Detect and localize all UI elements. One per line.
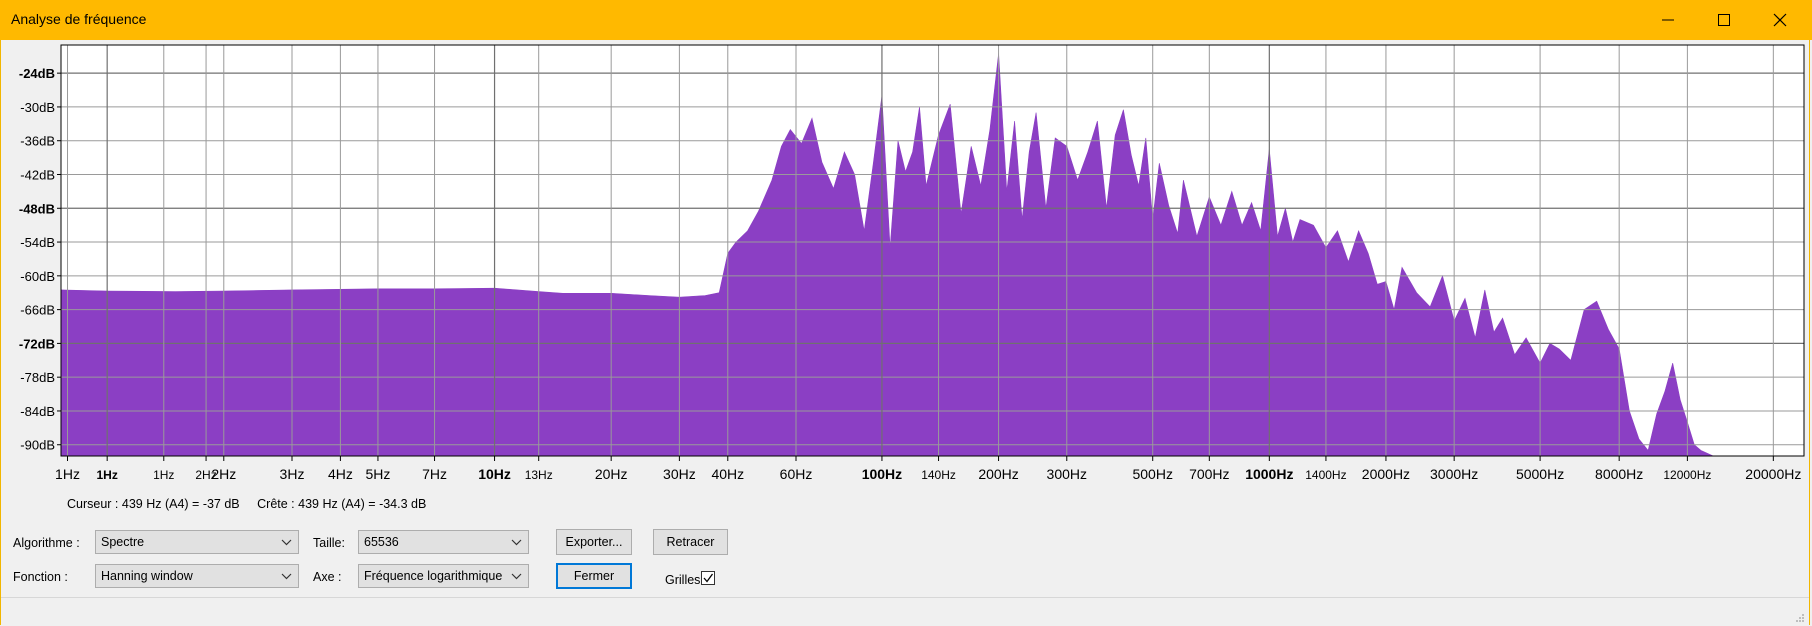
x-tick-label: 100Hz [862, 466, 902, 482]
x-tick-label: 3Hz [280, 466, 305, 482]
x-tick-label: 10Hz [478, 466, 511, 482]
algorithm-label: Algorithme : [13, 536, 80, 550]
x-tick-label: 13Hz [525, 468, 553, 482]
y-tick-label: -30dB [20, 100, 55, 115]
x-tick-label: 8000Hz [1595, 466, 1643, 482]
grids-label: Grilles [665, 573, 701, 587]
axis-dropdown[interactable]: Fréquence logarithmique [358, 564, 529, 588]
window-title: Analyse de fréquence [11, 11, 147, 27]
x-tick-label: 1400Hz [1305, 468, 1346, 482]
resize-grip-icon[interactable] [1795, 613, 1805, 623]
spectrum-chart[interactable]: -24dB -30dB -36dB -42dB -48dB -54dB -60dB -66dB… [0, 40, 1812, 500]
y-tick-label: -54dB [20, 235, 55, 250]
y-tick-label: -72dB [19, 336, 55, 351]
algorithm-dropdown[interactable]: Spectre [95, 530, 299, 554]
x-tick-label: 200Hz [978, 466, 1018, 482]
close-button[interactable]: Fermer [556, 563, 632, 589]
y-tick-label: -84dB [20, 404, 55, 419]
maximize-button[interactable] [1696, 0, 1752, 40]
cursor-readout: Curseur : 439 Hz (A4) = -37 dB [67, 497, 240, 511]
replot-button[interactable]: Retracer [653, 529, 728, 555]
x-tick-label: 1Hz [153, 468, 174, 482]
x-tick-label: 60Hz [780, 466, 813, 482]
title-bar: Analyse de fréquence [0, 0, 1812, 40]
chevron-down-icon [281, 573, 292, 580]
x-tick-label: 2000Hz [1362, 466, 1410, 482]
x-tick-label: 500Hz [1132, 466, 1172, 482]
x-tick-label: 2Hz [211, 466, 236, 482]
y-tick-label: -66dB [20, 303, 55, 318]
x-tick-label: 3000Hz [1430, 466, 1478, 482]
function-dropdown[interactable]: Hanning window [95, 564, 299, 588]
x-tick-label: 4Hz [328, 466, 353, 482]
y-tick-label: -78dB [20, 370, 55, 385]
minimize-icon [1662, 19, 1674, 21]
x-tick-label: 20000Hz [1745, 466, 1801, 482]
close-icon [1773, 13, 1787, 27]
y-tick-label: -42dB [20, 167, 55, 182]
chevron-down-icon [281, 539, 292, 546]
x-tick-label: 140Hz [921, 468, 956, 482]
x-tick-label: 1Hz [96, 468, 117, 482]
axis-label: Axe : [313, 570, 342, 584]
x-tick-label: 5000Hz [1516, 466, 1564, 482]
x-tick-label: 20Hz [595, 466, 628, 482]
x-tick-label: 300Hz [1047, 466, 1087, 482]
y-tick-label: -60dB [20, 269, 55, 284]
status-bar [1, 597, 1809, 626]
x-tick-label: 12000Hz [1663, 468, 1711, 482]
chevron-down-icon [511, 539, 522, 546]
function-value: Hanning window [101, 569, 193, 583]
readout: Curseur : 439 Hz (A4) = -37 dB Crête : 4… [67, 497, 440, 511]
algorithm-value: Spectre [101, 535, 145, 549]
minimize-button[interactable] [1640, 0, 1696, 40]
y-tick-label: -90dB [20, 438, 55, 453]
x-tick-label: 7Hz [422, 466, 447, 482]
y-tick-label: -36dB [20, 134, 55, 149]
x-tick-label: 5Hz [365, 466, 390, 482]
size-value: 65536 [364, 535, 399, 549]
export-button[interactable]: Exporter... [556, 529, 632, 555]
size-label: Taille: [313, 536, 345, 550]
axis-value: Fréquence logarithmique [364, 569, 503, 583]
function-label: Fonction : [13, 570, 68, 584]
y-tick-label: -48dB [19, 201, 55, 216]
size-dropdown[interactable]: 65536 [358, 530, 529, 554]
x-tick-label: 1Hz [55, 466, 80, 482]
close-window-button[interactable] [1752, 0, 1808, 40]
chevron-down-icon [511, 573, 522, 580]
peak-readout: Crête : 439 Hz (A4) = -34.3 dB [257, 497, 427, 511]
x-tick-label: 30Hz [663, 466, 696, 482]
x-tick-label: 40Hz [711, 466, 744, 482]
x-tick-label: 700Hz [1189, 466, 1229, 482]
maximize-icon [1718, 14, 1730, 26]
checkmark-icon [703, 573, 714, 583]
grids-checkbox[interactable] [701, 571, 715, 585]
y-tick-label: -24dB [19, 66, 55, 81]
x-tick-label: 1000Hz [1245, 466, 1293, 482]
